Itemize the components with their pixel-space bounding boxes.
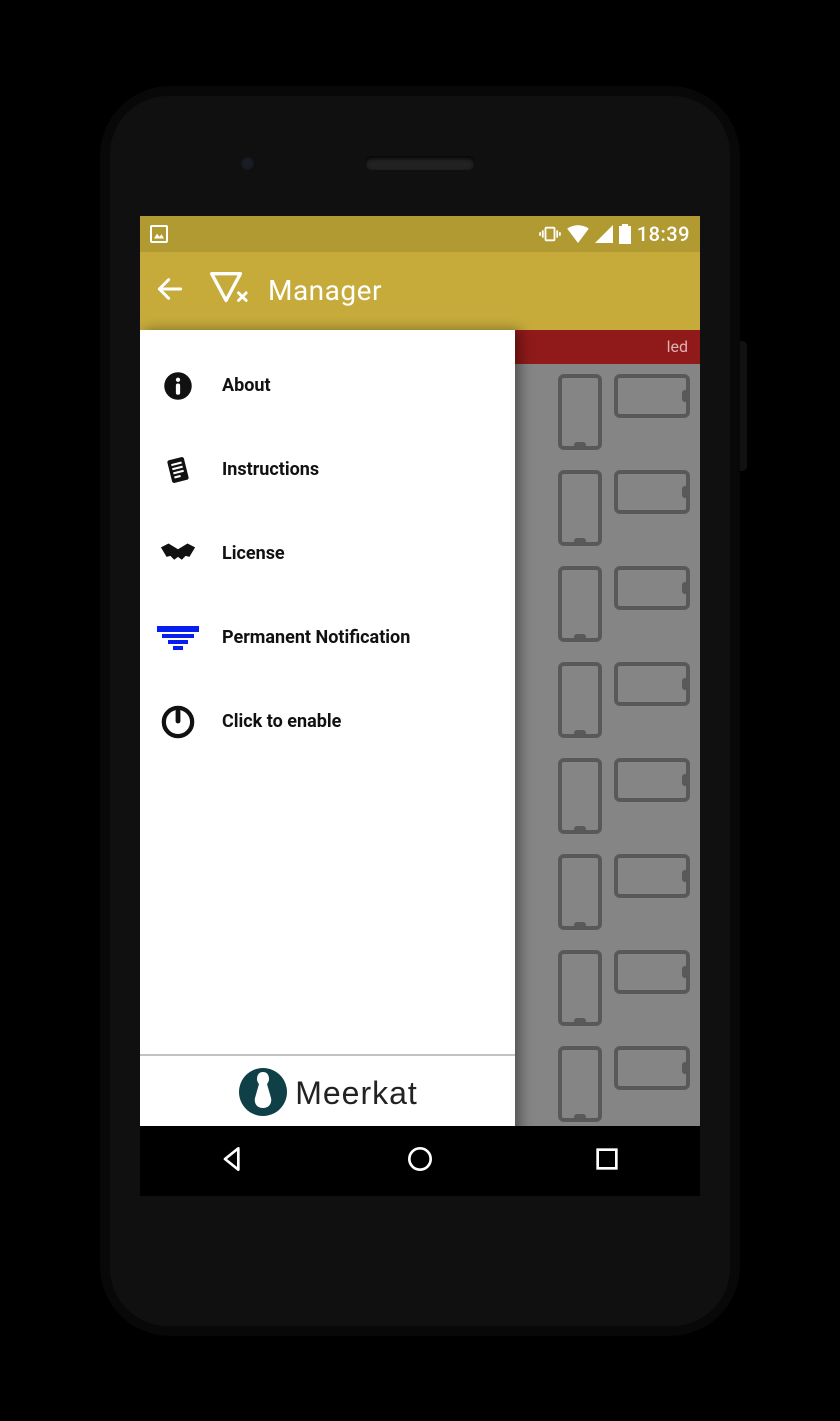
status-bar: 18:39	[140, 216, 700, 252]
handshake-icon	[158, 534, 198, 574]
app-title: Manager	[268, 274, 382, 307]
navigation-drawer: About Instructions License	[140, 330, 515, 1196]
drawer-item-license[interactable]: License	[140, 512, 515, 596]
phone-frame: 18:39 Manager led	[100, 86, 740, 1336]
drawer-item-enable[interactable]: Click to enable	[140, 680, 515, 764]
vibrate-icon	[539, 225, 561, 243]
meerkat-logo-icon	[237, 1066, 289, 1122]
brand-name: Meerkat	[295, 1075, 418, 1112]
power-icon	[158, 702, 198, 742]
drawer-item-label: Click to enable	[222, 711, 341, 732]
info-icon	[158, 366, 198, 406]
phone-speaker	[365, 156, 475, 170]
drawer-item-label: Permanent Notification	[222, 627, 410, 648]
nav-back-button[interactable]	[217, 1143, 249, 1179]
status-banner-text: led	[667, 337, 688, 356]
drawer-item-label: Instructions	[222, 459, 319, 480]
drawer-list: About Instructions License	[140, 330, 515, 1054]
drawer-item-label: About	[222, 375, 271, 396]
nav-home-button[interactable]	[404, 1143, 436, 1179]
notification-icon	[158, 618, 198, 658]
status-clock: 18:39	[637, 222, 690, 246]
app-logo-icon	[204, 266, 250, 316]
battery-icon	[619, 224, 631, 244]
cell-signal-icon	[595, 225, 613, 243]
drawer-item-instructions[interactable]: Instructions	[140, 428, 515, 512]
drawer-item-notification[interactable]: Permanent Notification	[140, 596, 515, 680]
wifi-icon	[567, 225, 589, 243]
nav-recent-button[interactable]	[591, 1143, 623, 1179]
brand: Meerkat	[154, 1066, 501, 1122]
app-bar: Manager	[140, 252, 700, 330]
android-nav-bar	[140, 1126, 700, 1196]
back-button[interactable]	[154, 273, 186, 309]
drawer-item-label: License	[222, 543, 285, 564]
instructions-icon	[158, 450, 198, 490]
picture-icon	[150, 225, 168, 243]
phone-camera	[240, 156, 255, 171]
screen: 18:39 Manager led	[140, 216, 700, 1196]
drawer-item-about[interactable]: About	[140, 344, 515, 428]
